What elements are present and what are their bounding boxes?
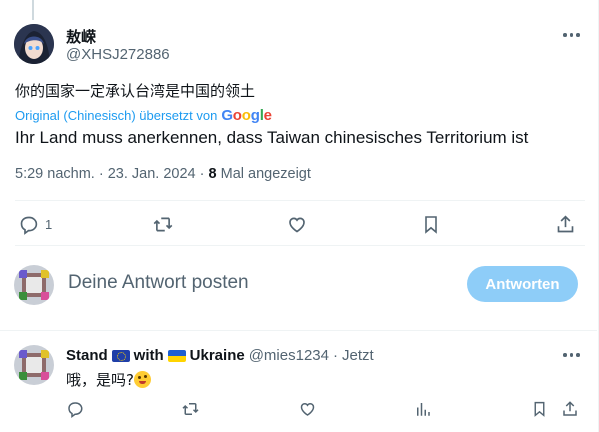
divider	[0, 330, 597, 331]
like-button[interactable]	[286, 214, 308, 235]
like-icon	[300, 402, 315, 416]
views-label: Mal angezeigt	[220, 166, 311, 182]
reply-author-handle: @mies1234	[248, 347, 329, 364]
zany-face-emoji-icon	[133, 371, 151, 388]
thread-connector	[32, 0, 34, 20]
more-icon[interactable]	[563, 345, 580, 365]
divider	[15, 245, 585, 246]
more-icon[interactable]	[563, 25, 580, 45]
bookmark-icon	[425, 216, 437, 234]
reply-text-line: 哦，是吗?	[66, 369, 151, 390]
divider	[15, 200, 585, 201]
reply-bookmark-button[interactable]	[531, 400, 548, 418]
reply-author-name-part: Stand	[66, 347, 108, 364]
like-icon	[289, 217, 305, 233]
share-button[interactable]	[555, 214, 576, 235]
reply-icon	[20, 216, 38, 235]
share-icon	[557, 215, 574, 233]
bookmark-button[interactable]	[421, 214, 441, 235]
meta-separator: ·	[199, 166, 205, 182]
reply-count: 1	[45, 217, 53, 232]
reply-like-button[interactable]	[298, 400, 317, 418]
meta-separator: ·	[332, 347, 338, 364]
reply-reply-button[interactable]	[66, 400, 84, 418]
submit-reply-button[interactable]: Antworten	[467, 266, 578, 302]
share-icon	[563, 401, 577, 416]
reply-views-button[interactable]	[414, 400, 432, 418]
author-name[interactable]: 敖嵘	[66, 26, 96, 47]
user-avatar[interactable]	[14, 265, 54, 305]
reply-time[interactable]: Jetzt	[342, 347, 374, 364]
reply-retweet-button[interactable]	[181, 400, 200, 418]
reply-share-button[interactable]	[561, 400, 579, 418]
meta-separator: ·	[98, 166, 104, 182]
retweet-icon	[182, 403, 199, 415]
reply-author-name-part: with	[133, 347, 164, 364]
reply-button[interactable]: 1	[18, 214, 52, 235]
reply-author-name-part: Ukraine	[189, 347, 245, 364]
retweet-icon	[153, 217, 173, 232]
bookmark-icon	[534, 401, 545, 417]
reply-input[interactable]: Deine Antwort posten	[68, 272, 249, 294]
tweet-date[interactable]: 23. Jan. 2024	[108, 166, 196, 182]
reply-author-avatar[interactable]	[14, 345, 54, 385]
views-icon	[417, 403, 430, 416]
reply-author-line[interactable]: Stand with Ukraine @mies1234 · Jetzt	[66, 347, 374, 364]
author-handle[interactable]: @XHSJ272886	[66, 46, 170, 63]
translation-note: Original (Chinesisch) übersetzt von	[15, 108, 218, 123]
tweet-time[interactable]: 5:29 nachm.	[15, 166, 95, 182]
author-avatar[interactable]	[14, 24, 54, 64]
translation-attribution[interactable]: Original (Chinesisch) übersetzt von Goog…	[15, 107, 272, 124]
ukraine-flag-icon	[167, 349, 186, 362]
google-logo: Google	[221, 107, 272, 124]
tweet-meta: 5:29 nachm. · 23. Jan. 2024 · 8 Mal ange…	[15, 166, 311, 182]
retweet-button[interactable]	[152, 214, 174, 235]
views-count: 8	[208, 166, 217, 182]
translated-text: Ihr Land muss anerkennen, dass Taiwan ch…	[15, 128, 529, 147]
reply-icon	[68, 402, 83, 418]
tweet-text: 你的国家一定承认台湾是中国的领土	[15, 82, 256, 100]
reply-text: 哦，是吗?	[66, 371, 134, 389]
eu-flag-icon	[111, 349, 130, 362]
